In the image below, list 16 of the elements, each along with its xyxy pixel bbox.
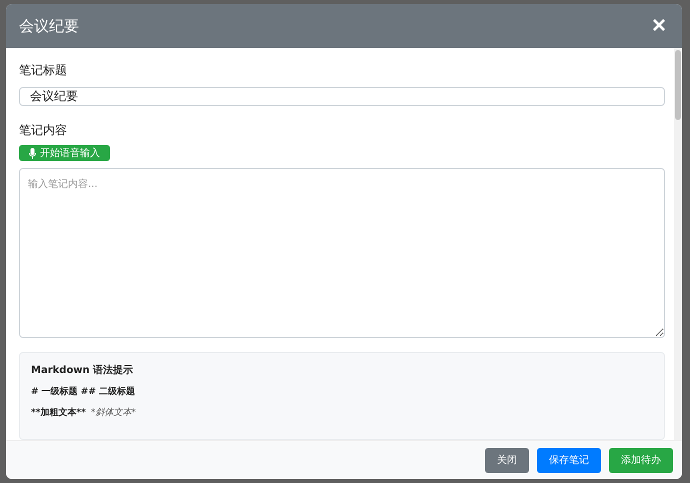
close-button[interactable]: × <box>648 14 670 38</box>
title-input-field[interactable]: 会议纪要 <box>19 87 665 106</box>
microphone-icon <box>29 148 36 159</box>
footer-button[interactable]: 关闭 <box>485 448 529 472</box>
syntax-example: **加粗文本** <box>31 406 86 419</box>
scrollbar[interactable] <box>674 48 682 440</box>
voice-input-button[interactable]: 开始语音输入 <box>19 145 110 161</box>
tips-heading: Markdown 语法提示 <box>31 364 134 377</box>
content-textarea[interactable]: 输入笔记内容... <box>19 168 665 338</box>
syntax-example: # 一级标题 ## 二级标题 <box>31 386 136 398</box>
dialog-title: 会议纪要 <box>19 16 79 36</box>
footer-button[interactable]: 保存笔记 <box>537 448 601 472</box>
syntax-example: *斜体文本* <box>90 406 136 419</box>
field-label: 笔记内容 <box>19 122 68 140</box>
field-label: 笔记标题 <box>19 62 68 79</box>
footer-button[interactable]: 添加待办 <box>609 448 673 472</box>
